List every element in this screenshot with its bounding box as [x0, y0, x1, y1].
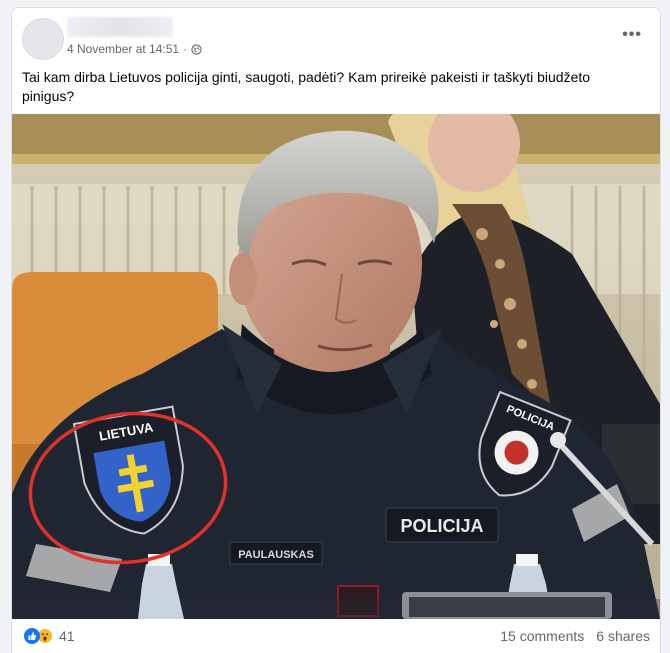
chest-patch-text: POLICIJA: [400, 516, 483, 536]
author-name-redacted: [67, 17, 173, 37]
post-footer: 41 15 comments 6 shares: [12, 622, 660, 653]
globe-icon: [191, 43, 202, 55]
meta-separator: ·: [183, 42, 188, 56]
comments-count[interactable]: 15 comments: [500, 628, 584, 644]
shares-count[interactable]: 6 shares: [596, 628, 650, 644]
post-header: 4 November at 14:51 · •••: [12, 8, 660, 62]
photo-illustration: LIETUVA POLICIJA POLICIJA PAULAUSKAS: [12, 114, 660, 619]
more-options-icon[interactable]: •••: [622, 27, 642, 43]
name-tag-text: PAULAUSKAS: [238, 549, 314, 561]
post-timestamp[interactable]: 4 November at 14:51: [67, 42, 179, 56]
post-card: 4 November at 14:51 · ••• Tai kam dirba …: [12, 8, 660, 653]
post-meta: 4 November at 14:51 ·: [67, 42, 202, 56]
like-icon: [24, 628, 40, 644]
post-photo[interactable]: LIETUVA POLICIJA POLICIJA PAULAUSKAS: [12, 114, 660, 619]
reactions[interactable]: 41: [24, 628, 75, 644]
reaction-count[interactable]: 41: [59, 628, 75, 644]
post-stats: 15 comments 6 shares: [500, 628, 650, 644]
avatar[interactable]: [22, 18, 64, 60]
post-caption: Tai kam dirba Lietuvos policija ginti, s…: [22, 69, 591, 104]
